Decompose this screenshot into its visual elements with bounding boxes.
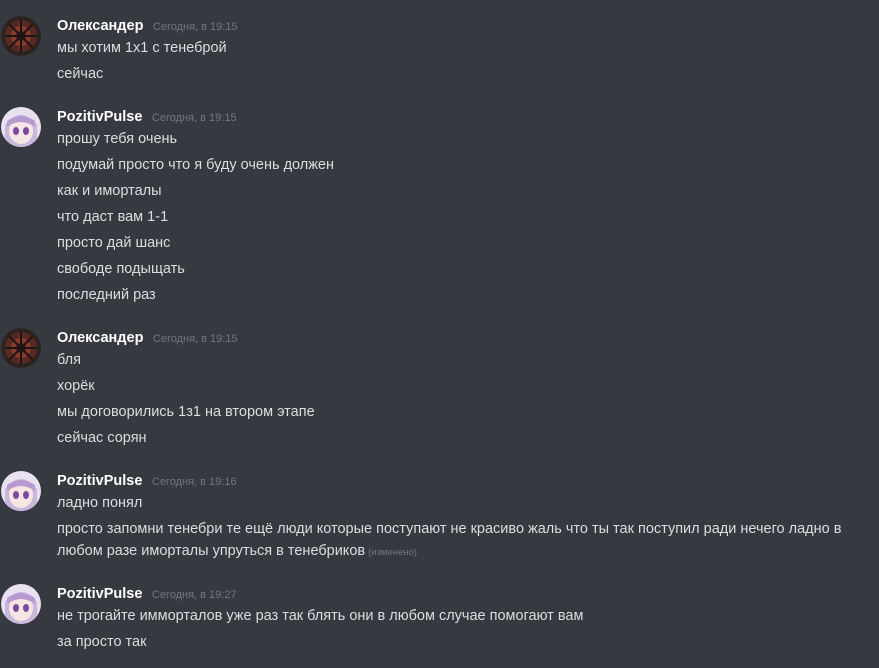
message-text: сейчас сорян: [57, 430, 147, 446]
avatar[interactable]: [1, 16, 41, 56]
message-text: свободе подыщать: [57, 261, 185, 277]
message-text: бля: [57, 352, 81, 368]
message-text: хорёк: [57, 378, 95, 394]
username[interactable]: PozitivPulse: [57, 109, 142, 125]
avatar[interactable]: [1, 471, 41, 511]
message-text: мы договорились 1з1 на втором этапе: [57, 404, 315, 420]
message-text: за просто так: [57, 634, 147, 650]
message-text: как и иморталы: [57, 183, 162, 199]
message-text: просто дай шанс: [57, 235, 171, 251]
message-text: ладно понял: [57, 495, 143, 511]
timestamp: Сегодня, в 19:16: [151, 476, 237, 488]
timestamp: Сегодня, в 19:27: [151, 589, 237, 601]
message-header: PozitivPulse Сегодня, в 19:16: [57, 471, 237, 491]
username[interactable]: PozitivPulse: [57, 473, 142, 489]
timestamp: Сегодня, в 19:15: [152, 21, 238, 33]
avatar[interactable]: [1, 328, 41, 368]
message-text-content: просто запомни тенебри те ещё люди котор…: [57, 521, 842, 559]
message-header: PozitivPulse Сегодня, в 19:15: [57, 107, 237, 127]
message-header: Олександер Сегодня, в 19:15: [57, 16, 238, 36]
message-text: подумай просто что я буду очень должен: [57, 157, 335, 173]
message-text: просто запомни тенебри те ещё люди котор…: [57, 518, 872, 564]
message-text: что даст вам 1-1: [57, 209, 169, 225]
username[interactable]: PozitivPulse: [57, 586, 142, 602]
message-header: Олександер Сегодня, в 19:15: [57, 328, 238, 348]
message-text: последний раз: [57, 287, 156, 303]
message-text: прошу тебя очень: [57, 131, 178, 147]
username[interactable]: Олександер: [57, 330, 143, 346]
message-header: PozitivPulse Сегодня, в 19:27: [57, 584, 237, 604]
avatar[interactable]: [1, 107, 41, 147]
edited-label: (изменено): [368, 547, 417, 558]
message-text: мы хотим 1x1 с тенеброй: [57, 40, 227, 56]
avatar[interactable]: [1, 584, 41, 624]
message-text: не трогайте имморталов уже раз так блять…: [57, 608, 584, 624]
chat-messages: Олександер Сегодня, в 19:15 мы хотим 1x1…: [0, 0, 879, 668]
username[interactable]: Олександер: [57, 18, 143, 34]
timestamp: Сегодня, в 19:15: [151, 112, 237, 124]
message-text: сейчас: [57, 66, 104, 82]
timestamp: Сегодня, в 19:15: [152, 333, 238, 345]
